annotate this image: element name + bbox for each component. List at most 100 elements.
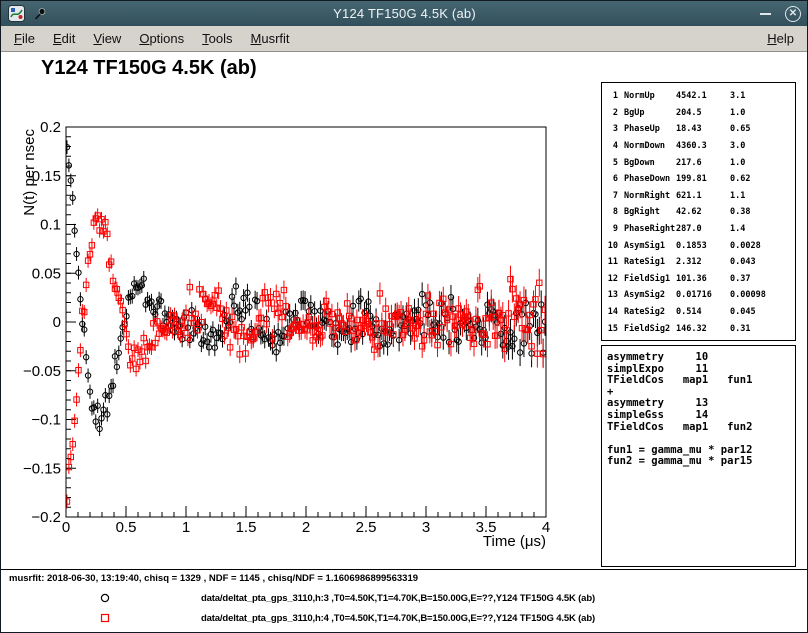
- param-error: 1.0: [730, 108, 793, 118]
- param-value: 287.0: [676, 224, 730, 234]
- param-number: 1: [606, 91, 618, 101]
- menubar-right-items: Help: [758, 26, 803, 51]
- theory-line: TFieldCos map1 fun2: [607, 422, 793, 434]
- menu-edit[interactable]: Edit: [44, 27, 84, 50]
- param-row: 3 PhaseUp18.430.65: [606, 121, 793, 138]
- legend-circle-marker: [99, 592, 111, 604]
- param-value: 18.43: [676, 124, 730, 134]
- param-value: 0.514: [676, 307, 730, 317]
- param-number: 3: [606, 124, 618, 134]
- param-row: 4 NormDown4360.33.0: [606, 138, 793, 155]
- menu-help[interactable]: Help: [758, 27, 803, 50]
- param-row: 1NormUp4542.13.1: [606, 88, 793, 105]
- param-name: PhaseRight: [624, 224, 676, 234]
- param-error: 0.38: [730, 207, 793, 217]
- param-name: RateSig2: [624, 307, 676, 317]
- menu-musrfit[interactable]: Musrfit: [242, 27, 299, 50]
- y-tick-label: 0.1: [40, 217, 61, 234]
- param-error: 0.043: [730, 257, 793, 267]
- x-tick-label: 1: [182, 519, 190, 536]
- close-button[interactable]: ✕: [785, 6, 801, 22]
- theory-line: [607, 433, 793, 445]
- theory-box: asymmetry 10simplExpo 11TFieldCos map1 f…: [601, 345, 796, 567]
- legend-label: data/deltat_pta_gps_3110,h:3 ,T0=4.50K,T…: [201, 593, 595, 604]
- param-number: 8: [606, 207, 618, 217]
- x-tick-label: 0: [62, 519, 70, 536]
- pin-icon[interactable]: [31, 5, 49, 23]
- y-tick-label: 0: [53, 314, 61, 331]
- param-row: 10 AsymSig10.18530.0028: [606, 237, 793, 254]
- data-series-square: [64, 208, 547, 508]
- param-value: 0.1853: [676, 241, 730, 251]
- plot-svg[interactable]: 00.511.522.533.54−0.2−0.15−0.1−0.0500.05…: [1, 72, 601, 569]
- legend-square-marker: [99, 612, 111, 624]
- menu-view[interactable]: View: [84, 27, 130, 50]
- param-number: 14: [606, 307, 618, 317]
- param-error: 1.1: [730, 191, 793, 201]
- param-name: RateSig1: [624, 257, 676, 267]
- theory-line: TFieldCos map1 fun1: [607, 375, 793, 387]
- theory-line: asymmetry 10: [607, 352, 793, 364]
- param-error: 1.4: [730, 224, 793, 234]
- info-footer: musrfit: 2018-06-30, 13:19:40, chisq = 1…: [1, 569, 807, 632]
- menu-options[interactable]: Options: [130, 27, 193, 50]
- param-name: AsymSig2: [624, 290, 676, 300]
- param-number: 4: [606, 141, 618, 151]
- param-name: BgRight: [624, 207, 676, 217]
- y-tick-label: 0.2: [40, 119, 61, 136]
- fit-info: musrfit: 2018-06-30, 13:19:40, chisq = 1…: [9, 573, 418, 584]
- menu-tools[interactable]: Tools: [193, 27, 241, 50]
- minimize-button[interactable]: [760, 13, 771, 15]
- param-name: NormDown: [624, 141, 676, 151]
- theory-line: simpleGss 14: [607, 410, 793, 422]
- y-tick-label: −0.05: [23, 363, 61, 380]
- param-number: 12: [606, 274, 618, 284]
- menu-file[interactable]: File: [5, 27, 44, 50]
- param-value: 4360.3: [676, 141, 730, 151]
- param-number: 6: [606, 174, 618, 184]
- param-error: 0.62: [730, 174, 793, 184]
- window-title: Y124 TF150G 4.5K (ab): [55, 6, 754, 21]
- param-value: 204.5: [676, 108, 730, 118]
- app-icon[interactable]: [7, 5, 25, 23]
- param-number: 9: [606, 224, 618, 234]
- legend-label: data/deltat_pta_gps_3110,h:4 ,T0=4.50K,T…: [201, 613, 595, 624]
- x-tick-label: 3: [422, 519, 430, 536]
- param-number: 7: [606, 191, 618, 201]
- x-tick-label: 0.5: [116, 519, 137, 536]
- parameter-box: 1NormUp4542.13.12BgUp204.51.03PhaseUp18.…: [601, 82, 796, 341]
- canvas-area[interactable]: Y124 TF150G 4.5K (ab) 00.511.522.533.54−…: [1, 52, 807, 569]
- x-axis-title: Time (μs): [483, 533, 546, 550]
- param-name: NormRight: [624, 191, 676, 201]
- param-name: FieldSig1: [624, 274, 676, 284]
- legend-row: data/deltat_pta_gps_3110,h:3 ,T0=4.50K,T…: [1, 592, 807, 606]
- menubar: FileEditViewOptionsToolsMusrfit Help: [1, 26, 807, 52]
- close-icon: ✕: [789, 7, 797, 20]
- plot-series: [64, 140, 547, 508]
- param-name: NormUp: [624, 91, 676, 101]
- titlebar[interactable]: Y124 TF150G 4.5K (ab) ✕: [1, 1, 807, 26]
- param-name: AsymSig1: [624, 241, 676, 251]
- x-tick-label: 2: [302, 519, 310, 536]
- param-error: 0.65: [730, 124, 793, 134]
- param-error: 3.0: [730, 141, 793, 151]
- param-value: 146.32: [676, 324, 730, 334]
- param-row: 8 BgRight42.620.38: [606, 204, 793, 221]
- theory-lines: asymmetry 10simplExpo 11TFieldCos map1 f…: [607, 352, 793, 468]
- param-row: 12FieldSig1101.360.37: [606, 271, 793, 288]
- param-name: PhaseUp: [624, 124, 676, 134]
- musrfit-window: Y124 TF150G 4.5K (ab) ✕ FileEditViewOpti…: [0, 0, 808, 633]
- param-error: 0.31: [730, 324, 793, 334]
- y-tick-label: −0.2: [31, 509, 61, 526]
- param-name: BgDown: [624, 158, 676, 168]
- param-number: 10: [606, 241, 618, 251]
- x-tick-label: 2.5: [356, 519, 377, 536]
- param-number: 2: [606, 108, 618, 118]
- param-value: 42.62: [676, 207, 730, 217]
- param-error: 0.0028: [730, 241, 793, 251]
- y-axis-title: N(t) per nsec: [21, 129, 38, 216]
- param-number: 11: [606, 257, 618, 267]
- param-error: 0.37: [730, 274, 793, 284]
- param-row: 13AsymSig20.017160.00098: [606, 287, 793, 304]
- param-value: 217.6: [676, 158, 730, 168]
